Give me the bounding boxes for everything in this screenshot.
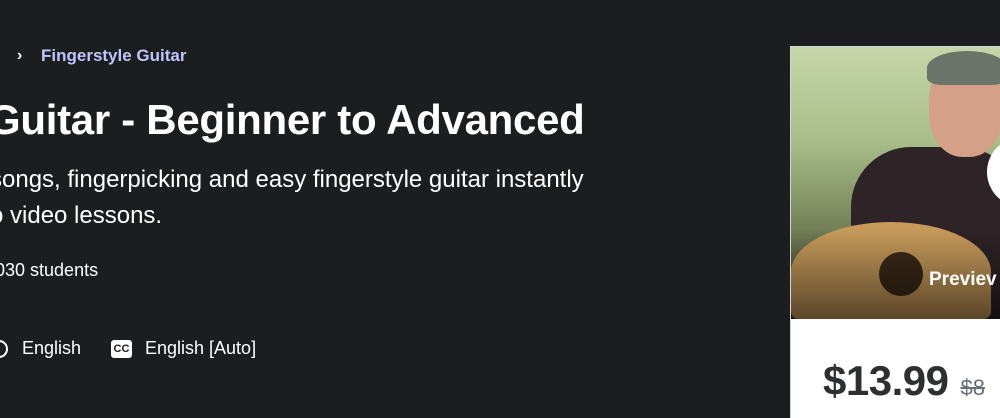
globe-icon [0,340,8,358]
course-title: Guitar - Beginner to Advanced [0,96,585,143]
current-price: $13.99 [823,357,949,404]
breadcrumb-current-link[interactable]: Fingerstyle Guitar [41,46,186,66]
subtitle-line-2: o video lessons. [0,202,163,229]
purchase-sidebar: Previev $13.99 $8 [790,46,1000,418]
price-row: $13.99 $8 [823,357,985,405]
course-subtitle: songs, fingerpicking and easy fingerstyl… [0,162,584,234]
student-count: ,030 students [0,260,99,280]
preview-thumbnail-hat [927,51,1000,85]
breadcrumb: s › Fingerstyle Guitar [0,46,186,66]
original-price: $8 [960,375,985,400]
course-preview-video[interactable]: Previev [791,47,1000,319]
subtitle-line-1: songs, fingerpicking and easy fingerstyl… [0,166,584,193]
captions-language: English [Auto] [145,338,257,358]
closed-captions-icon: CC [111,340,132,358]
chevron-right-icon: › [17,47,23,64]
preview-label: Previev [929,269,997,290]
course-language: English [22,338,82,358]
